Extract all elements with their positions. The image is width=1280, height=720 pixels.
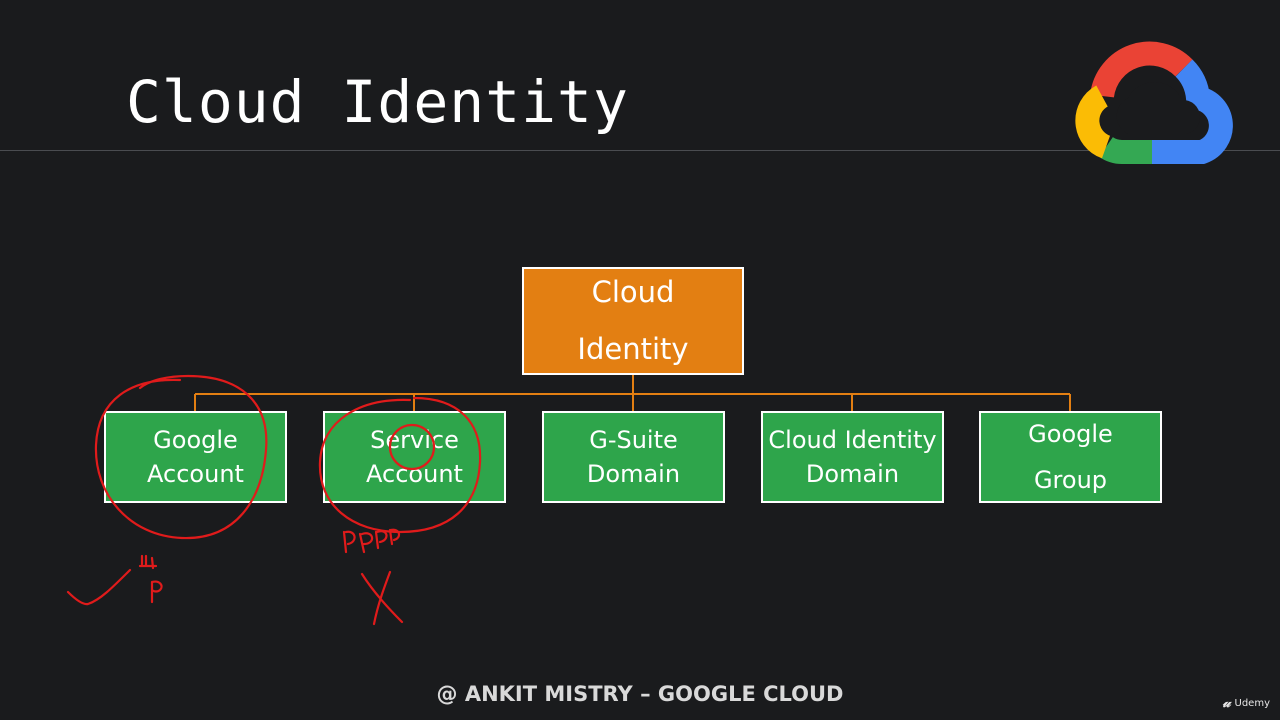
node-google-group: Google Group [979,411,1162,503]
watermark-text: Udemy [1234,697,1270,709]
node-gsuite-domain-line-1: G-Suite [589,426,678,454]
slide-footer: @ ANKIT MISTRY – GOOGLE CLOUD [436,682,844,706]
node-cloud-identity: Cloud Identity [522,267,744,375]
node-cloud-identity-domain-line-2: Domain [805,460,900,488]
udemy-logo-icon: 𝓊 [1222,695,1231,711]
node-cloud-identity-domain: Cloud Identity Domain [761,411,944,503]
node-google-account: Google Account [104,411,287,503]
node-google-group-line-1: Google [1028,420,1113,448]
node-google-account-line-1: Google [153,426,238,454]
node-google-account-line-2: Account [147,460,244,488]
node-cloud-identity-line-2: Identity [577,332,689,366]
node-gsuite-domain: G-Suite Domain [542,411,725,503]
node-google-group-line-2: Group [1033,466,1108,494]
node-gsuite-domain-line-2: Domain [586,460,681,488]
node-cloud-identity-line-1: Cloud [591,275,675,309]
node-cloud-identity-domain-line-1: Cloud Identity [768,426,937,454]
node-service-account: Service Account [323,411,506,503]
node-service-account-line-2: Account [366,460,463,488]
node-service-account-line-1: Service [370,426,459,454]
udemy-watermark: 𝓊 Udemy [1223,695,1270,711]
